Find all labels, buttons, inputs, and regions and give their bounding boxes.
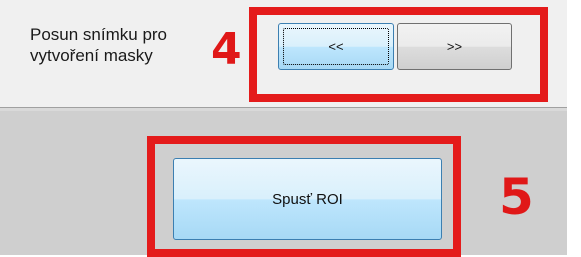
previous-slice-button[interactable]: << xyxy=(278,23,394,70)
next-slice-label: >> xyxy=(446,39,463,54)
caption-line-2: vytvoření masky xyxy=(30,46,153,65)
previous-slice-label: << xyxy=(328,39,344,54)
slice-navigation-caption: Posun snímku pro vytvoření masky xyxy=(30,24,210,66)
window-edge xyxy=(567,0,581,255)
start-roi-label: Spusť ROI xyxy=(272,190,343,208)
start-roi-button[interactable]: Spusť ROI xyxy=(173,158,442,240)
step-number-5: 5 xyxy=(499,168,534,226)
step-number-4: 4 xyxy=(211,24,242,75)
next-slice-button[interactable]: >> xyxy=(397,23,512,70)
caption-line-1: Posun snímku pro xyxy=(30,25,168,44)
